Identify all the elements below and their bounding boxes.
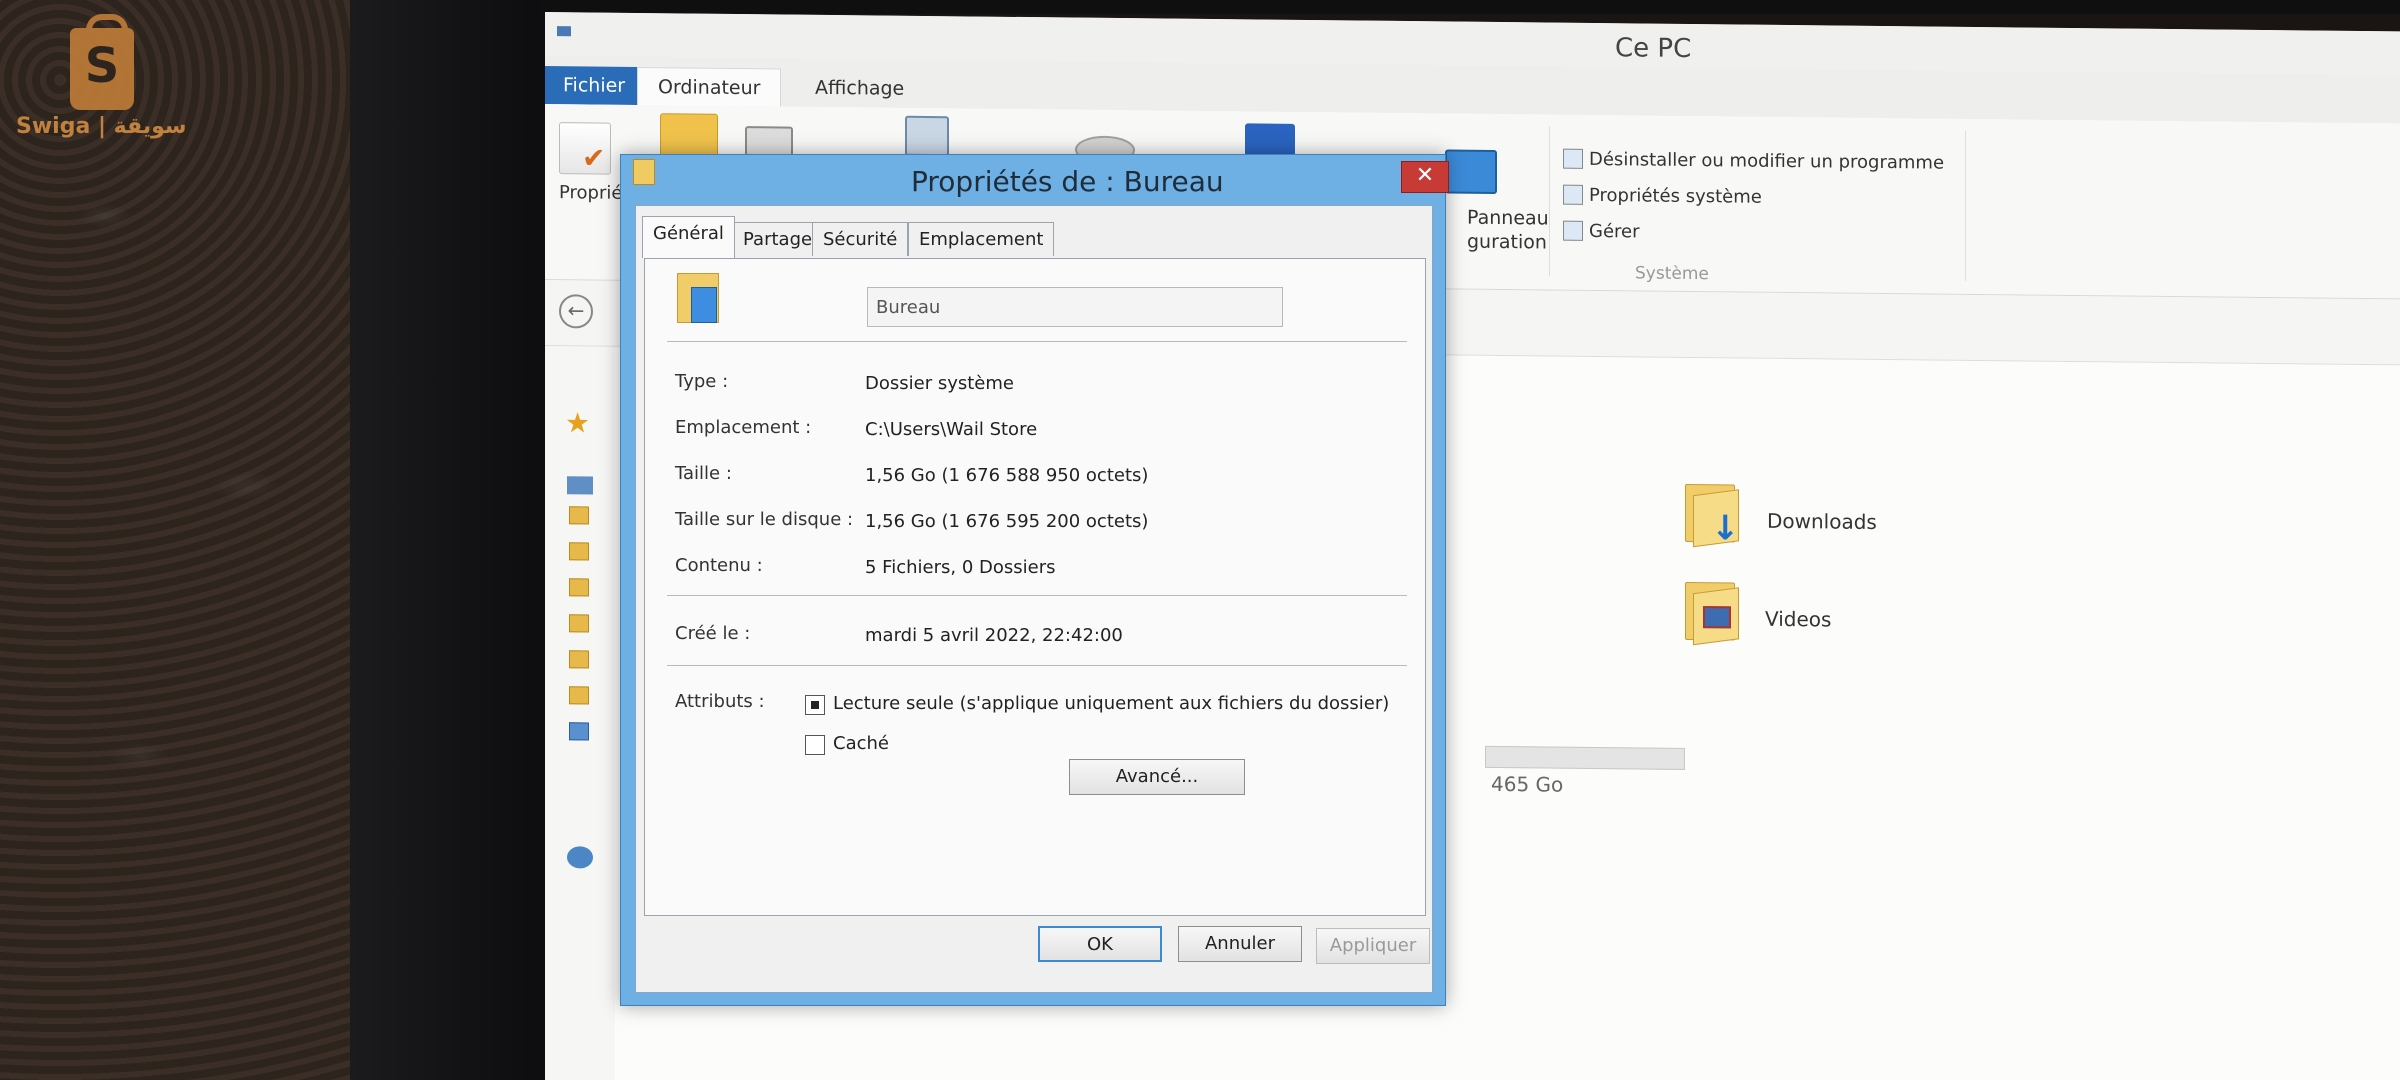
tab-emplacement[interactable]: Emplacement [908,222,1055,256]
folder-icon[interactable] [569,542,589,561]
properties-icon[interactable] [559,122,611,175]
watermark-text: Swiga | سويقة [16,114,187,139]
tab-partage[interactable]: Partage [732,222,824,256]
close-button[interactable]: ✕ [1401,161,1449,193]
attributes-label: Attributs : [675,691,765,712]
tab-securite[interactable]: Sécurité [812,222,909,256]
tab-general[interactable]: Général [642,216,735,258]
divider [667,595,1407,596]
ok-button[interactable]: OK [1038,926,1162,962]
cancel-button[interactable]: Annuler [1178,926,1302,962]
advanced-button[interactable]: Avancé... [1069,759,1245,795]
uninstall-icon [1563,148,1583,169]
uninstall-program-button[interactable]: Désinstaller ou modifier un programme [1563,148,1945,174]
system-properties-button[interactable]: Propriétés système [1563,184,1762,208]
videos-folder-label[interactable]: Videos [1765,607,1831,632]
size-on-disk-label: Taille sur le disque : [675,509,854,530]
dialog-body: Général Partage Sécurité Emplacement Typ… [635,205,1433,993]
location-value: C:\Users\Wail Store [865,419,1038,440]
contents-label: Contenu : [675,555,763,576]
explorer-app-icon[interactable] [555,22,575,42]
media-access-icon[interactable] [745,126,793,157]
control-panel-icon[interactable] [1445,149,1497,194]
contents-value: 5 Fichiers, 0 Dossiers [865,557,1056,578]
control-panel-label[interactable]: Panneau guration [1467,206,1549,255]
watermark-letter: S [84,38,120,94]
manage-button[interactable]: Gérer [1563,220,1640,243]
general-tab-panel: Type : Dossier système Emplacement : C:\… [644,258,1426,916]
size-on-disk-value: 1,56 Go (1 676 595 200 octets) [865,511,1149,532]
readonly-label[interactable]: Lecture seule (s'applique uniquement aux… [833,693,1389,714]
system-properties-label: Propriétés système [1589,184,1762,208]
drive-capacity-text: 465 Go [1491,771,1564,797]
type-label: Type : [675,371,729,392]
downloads-folder-label[interactable]: Downloads [1767,509,1877,534]
downloads-folder-icon[interactable]: ↓ [1685,478,1743,549]
ribbon-separator [1549,126,1550,277]
uninstall-program-label: Désinstaller ou modifier un programme [1589,148,1945,174]
ribbon-separator [1965,130,1966,281]
watermark-logo: S Swiga | سويقة [12,14,187,148]
ribbon-tab-fichier[interactable]: Fichier [545,66,644,106]
hidden-label[interactable]: Caché [833,733,889,754]
desktop-folder-icon [677,269,727,325]
open-folder-icon[interactable] [660,113,718,158]
divider [667,665,1407,666]
control-panel-label-line-2: guration [1467,230,1547,254]
network-icon[interactable] [567,846,593,869]
divider [667,341,1407,342]
drive-usage-bar [1485,745,1685,770]
window-title: Ce PC [1615,33,1692,65]
folder-name-input[interactable] [867,287,1283,327]
back-button[interactable]: ← [559,294,593,329]
size-label: Taille : [675,463,732,484]
readonly-checkbox[interactable] [805,695,825,715]
apply-button[interactable]: Appliquer [1316,928,1430,964]
monitor-bezel [350,0,550,1080]
created-value: mardi 5 avril 2022, 22:42:00 [865,625,1123,646]
this-pc-icon[interactable] [567,476,593,495]
ribbon-group-label: Système [1635,263,1709,285]
properties-dialog: Propriétés de : Bureau ✕ Général Partage… [620,154,1449,1006]
folder-icon[interactable] [569,650,589,669]
type-value: Dossier système [865,373,1014,394]
system-properties-icon [1563,184,1583,205]
shopping-bag-icon: S [70,14,134,110]
navigation-pane: ★ [545,346,615,1080]
folder-icon [633,159,655,185]
manage-icon [1563,220,1583,241]
folder-icon[interactable] [569,614,589,633]
sofa-background [0,0,350,1080]
ribbon-tab-ordinateur[interactable]: Ordinateur [637,66,782,107]
size-value: 1,56 Go (1 676 588 950 octets) [865,465,1149,486]
ribbon-tab-affichage[interactable]: Affichage [795,69,924,108]
location-label: Emplacement : [675,417,812,438]
created-label: Créé le : [675,623,751,644]
folder-icon[interactable] [569,578,589,597]
folder-icon[interactable] [569,506,589,525]
map-drive-icon[interactable] [905,115,949,157]
videos-folder-icon[interactable] [1685,576,1743,646]
dialog-title: Propriétés de : Bureau [911,165,1224,198]
control-panel-label-line-1: Panneau [1467,206,1549,230]
drive-icon[interactable] [569,722,589,741]
ribbon-properties-label[interactable]: Propriét [559,182,630,204]
favorites-star-icon[interactable]: ★ [565,406,590,439]
hidden-checkbox[interactable] [805,735,825,755]
folder-icon[interactable] [569,686,589,705]
manage-label: Gérer [1589,220,1640,243]
monitor-top-bezel [540,0,2400,14]
